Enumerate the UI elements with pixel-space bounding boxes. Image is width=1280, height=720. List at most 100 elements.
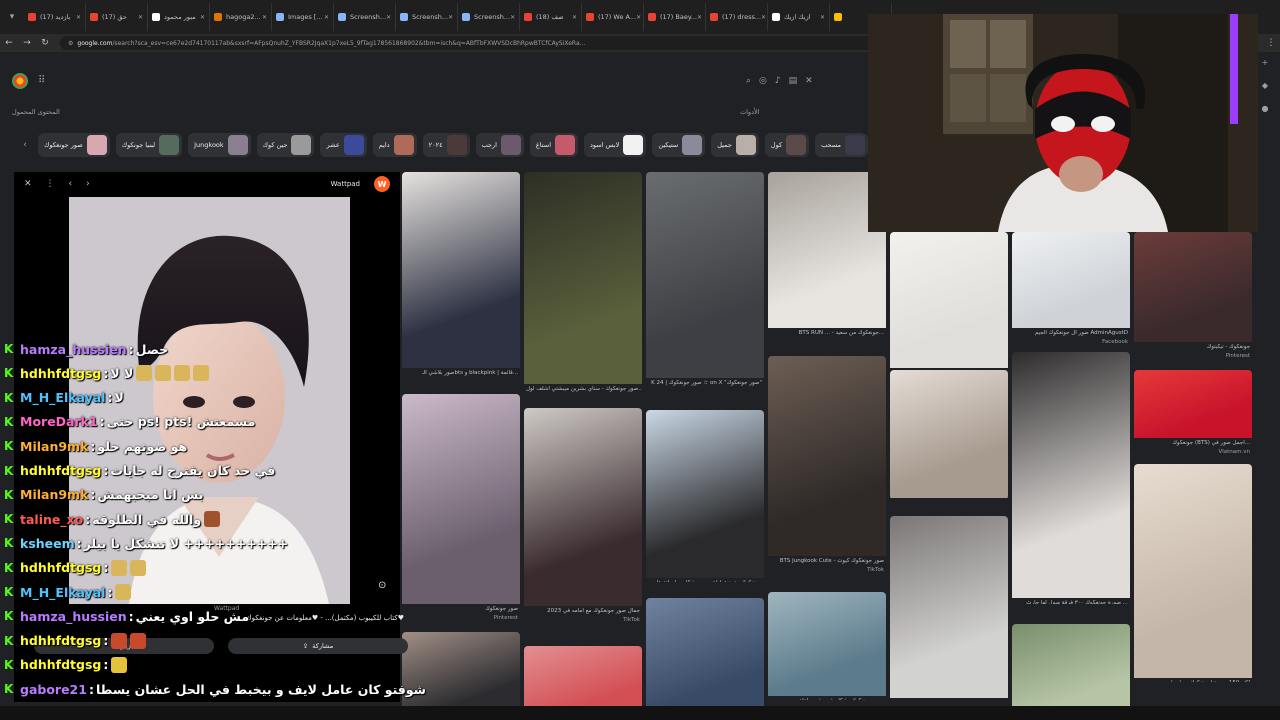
related-search-chip[interactable]: ستيكين xyxy=(652,133,706,157)
image-thumbnail[interactable] xyxy=(1012,232,1130,328)
browser-tab[interactable]: مبور محمود ✕ xyxy=(148,3,210,31)
image-thumbnail[interactable] xyxy=(890,370,1008,498)
related-search-chip[interactable]: لابس اسود xyxy=(584,133,647,157)
tab-close-icon[interactable]: ✕ xyxy=(200,14,205,21)
chat-username[interactable]: hdhhfdtgsg xyxy=(20,366,101,381)
image-result[interactable] xyxy=(646,598,764,720)
image-result[interactable]: جونغكوك (BTS) أجمل صور في... Vlatnam.vn xyxy=(1134,370,1252,454)
apps-grid-icon[interactable]: ⠿ xyxy=(38,75,50,87)
close-icon[interactable]: ✕ xyxy=(24,179,32,189)
image-thumbnail[interactable] xyxy=(1012,352,1130,598)
preview-site-name[interactable]: Wattpad xyxy=(331,180,360,188)
browser-tab[interactable]: ازيك ازيك ✕ xyxy=(768,3,830,31)
tab-close-icon[interactable]: ✕ xyxy=(697,14,702,21)
image-thumbnail[interactable] xyxy=(524,408,642,606)
lens-icon[interactable]: ◎ xyxy=(759,76,767,86)
chat-username[interactable]: hdhhfdtgsg xyxy=(20,633,101,648)
image-caption[interactable]: جونغكوك بيتحدث لباعس ... بشكل معا حاتة ع… xyxy=(646,580,764,582)
back-icon[interactable]: ← xyxy=(0,38,18,48)
image-thumbnail[interactable] xyxy=(524,172,642,384)
safe-search-label[interactable]: المحتوى المحمول xyxy=(12,108,60,116)
extension-icon-2[interactable]: ◆ xyxy=(1262,81,1268,90)
related-search-chip[interactable]: كول xyxy=(764,133,810,157)
browser-tab[interactable]: Screensh... ✕ xyxy=(396,3,458,31)
image-thumbnail[interactable] xyxy=(768,356,886,556)
image-result[interactable]: K 24 | صور جونغكوك ☆ on X "صور جونغكوك"x… xyxy=(646,172,764,388)
image-thumbnail[interactable] xyxy=(890,232,1008,368)
image-thumbnail[interactable] xyxy=(890,516,1008,698)
browser-tab[interactable]: hagoga2... ✕ xyxy=(210,3,272,31)
image-caption[interactable]: BTS RUN ... - جونغكوك من سعيد... xyxy=(768,330,886,336)
chat-username[interactable]: hamza_hussien xyxy=(20,342,127,357)
chat-username[interactable]: Milan9mk xyxy=(20,487,88,502)
image-result[interactable]: جمال صور جونغكوك مع امامه في 2023 TikTok xyxy=(524,408,642,644)
related-search-chip[interactable]: عشر xyxy=(320,133,367,157)
prev-image-icon[interactable]: ‹ xyxy=(69,179,73,189)
tab-close-icon[interactable]: ✕ xyxy=(76,14,81,21)
tab-search-icon[interactable]: ▾ xyxy=(4,9,20,25)
chat-username[interactable]: hamza_hussien xyxy=(20,609,127,624)
chat-username[interactable]: ksheem xyxy=(20,536,75,551)
more-icon[interactable]: ⋮ xyxy=(46,179,55,189)
browser-tab[interactable]: (17) حق ✕ xyxy=(86,3,148,31)
image-caption[interactable]: جونغكوك - تيكيتوك xyxy=(1134,344,1252,350)
mic-icon[interactable]: ♪ xyxy=(775,76,781,86)
related-search-chip[interactable]: لبنيا جونكوك xyxy=(115,133,183,157)
menu-icon[interactable]: ⋮ xyxy=(1262,38,1280,48)
tab-close-icon[interactable]: ✕ xyxy=(761,14,766,21)
search-icon[interactable]: ⌕ xyxy=(746,76,751,86)
image-caption[interactable]: جمال صور جونغكوك مع امامه في 2023 xyxy=(524,608,642,614)
browser-tab[interactable]: Screensh... ✕ xyxy=(458,3,520,31)
chat-username[interactable]: hdhhfdtgsg xyxy=(20,463,101,478)
clear-icon[interactable]: ✕ xyxy=(805,76,813,86)
profile-avatar[interactable] xyxy=(12,73,28,89)
image-caption[interactable]: BTS Jungkook Cute - صور جونغكوك كيوت xyxy=(768,558,886,564)
related-search-chip[interactable]: ٢٠٢٤ xyxy=(422,133,470,157)
image-thumbnail[interactable] xyxy=(646,598,764,720)
tab-close-icon[interactable]: ✕ xyxy=(820,14,825,21)
tab-close-icon[interactable]: ✕ xyxy=(510,14,515,21)
chat-username[interactable]: Milan9mk xyxy=(20,439,88,454)
browser-tab[interactable]: Images [... ✕ xyxy=(272,3,334,31)
image-result[interactable]: شعر - جونغكوك يستمع للفنان الكوري المشهو… xyxy=(890,370,1008,500)
tab-close-icon[interactable]: ✕ xyxy=(138,14,143,21)
image-thumbnail[interactable] xyxy=(646,172,764,378)
image-thumbnail[interactable] xyxy=(768,592,886,696)
browser-tab[interactable]: (17) Baey... ✕ xyxy=(644,3,706,31)
related-search-chip[interactable]: مسحب xyxy=(815,133,868,157)
image-result[interactable]: صور جونغكوك - سناي بشرين ميبشتي اشلف لول… xyxy=(524,172,642,394)
tab-close-icon[interactable]: ✕ xyxy=(262,14,267,21)
tools-label[interactable]: الأدوات xyxy=(740,108,759,116)
image-result[interactable] xyxy=(890,516,1008,712)
reload-icon[interactable]: ↻ xyxy=(36,38,54,48)
tab-close-icon[interactable]: ✕ xyxy=(448,14,453,21)
image-caption[interactable]: K 24 | صور جونغكوك ☆ on X "صور جونغكوك" xyxy=(646,380,764,386)
chat-username[interactable]: gabore21 xyxy=(20,682,87,697)
related-search-chip[interactable]: دايم xyxy=(372,133,417,157)
browser-tab[interactable]: (18) صف ✕ xyxy=(520,3,582,31)
tab-close-icon[interactable]: ✕ xyxy=(636,14,641,21)
browser-tab[interactable]: (17) dress... ✕ xyxy=(706,3,768,31)
image-thumbnail[interactable] xyxy=(1134,232,1252,342)
image-caption[interactable]: صور جونغكوك - سناي بشرين ميبشتي اشلف لول… xyxy=(524,386,642,392)
site-info-icon[interactable]: ⚙ xyxy=(68,40,73,47)
image-thumbnail[interactable] xyxy=(1134,370,1252,438)
related-search-chip[interactable]: جين كوك xyxy=(256,133,315,157)
image-result[interactable]: أكثر 150 صورة لجونغكوك ... اجملPinterest… xyxy=(1134,464,1252,682)
browser-tab[interactable]: Screensh... ✕ xyxy=(334,3,396,31)
tab-close-icon[interactable]: ✕ xyxy=(572,14,577,21)
extension-icon-1[interactable]: + xyxy=(1262,58,1269,67)
image-caption[interactable]: أكثر 150 صورة لجونغكوك ... اجمل xyxy=(1134,680,1252,682)
tab-close-icon[interactable]: ✕ xyxy=(386,14,391,21)
image-caption[interactable]: جونغكوك (BTS) أجمل صور في... xyxy=(1134,440,1252,446)
browser-tab[interactable]: (17) We A... ✕ xyxy=(582,3,644,31)
chips-prev-icon[interactable]: ‹ xyxy=(18,140,32,150)
image-result[interactable]: BTS Jungkook Cute - صور جونغكوك كيوت TikT… xyxy=(768,356,886,574)
tab-close-icon[interactable]: ✕ xyxy=(324,14,329,21)
image-caption[interactable]: صور آل جونغكوك الجيم AdminAgustD xyxy=(1012,330,1130,336)
image-caption[interactable]: صورة جونغكوك ٣٠٠ فرقة ميول لها حارث ... xyxy=(1012,600,1130,604)
image-thumbnail[interactable] xyxy=(1134,464,1252,678)
image-result[interactable]: صور جونغكوك بشكل شعر شعر بلقاء xyxy=(768,592,886,700)
related-search-chip[interactable]: Jungkook xyxy=(188,133,251,157)
image-result[interactable]: صورة جونغكوك ٣٠٠ فرقة ميول لها حارث ...P… xyxy=(1012,352,1130,604)
